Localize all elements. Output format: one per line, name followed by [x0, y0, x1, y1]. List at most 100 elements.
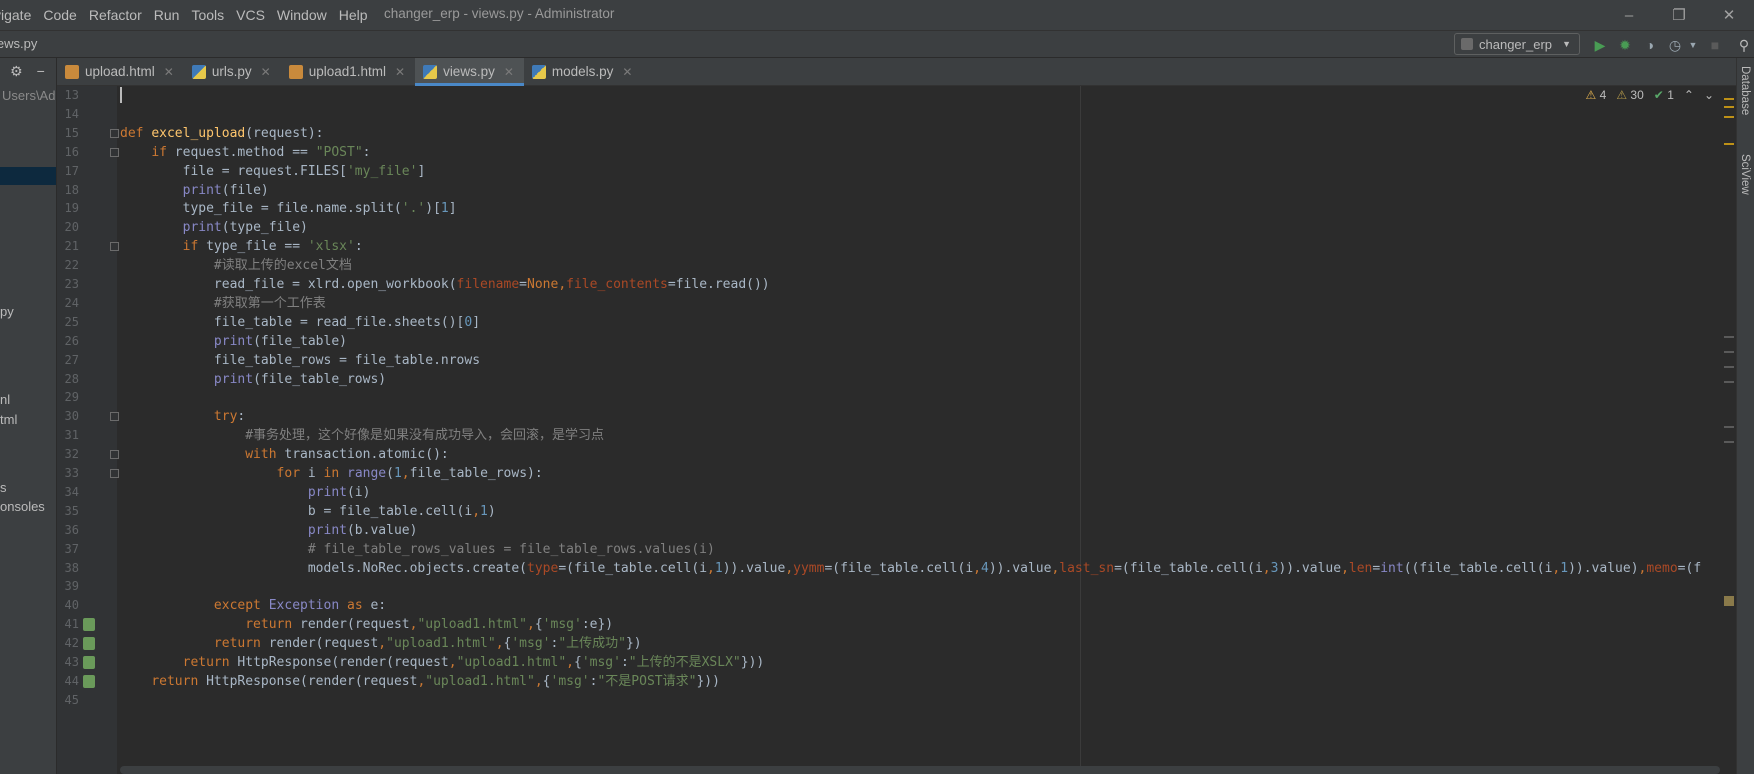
profile-icon[interactable]: ◷	[1665, 35, 1685, 55]
code-line[interactable]: print(file_table_rows)	[120, 369, 386, 390]
close-icon[interactable]: ✕	[622, 65, 632, 79]
menu-run[interactable]: Run	[148, 7, 186, 23]
code-line[interactable]: print(file_table)	[120, 331, 347, 352]
more-run-chevron-icon[interactable]: ▼	[1683, 35, 1703, 55]
tab-upload-html[interactable]: upload.html ✕	[57, 58, 184, 85]
code-line[interactable]: with transaction.atomic():	[120, 444, 449, 465]
fold-marker-icon[interactable]	[110, 242, 119, 252]
tree-item[interactable]: tml	[0, 412, 17, 427]
code-line[interactable]: #获取第一个工作表	[120, 293, 326, 314]
line-number: 33	[64, 466, 79, 480]
inspection-widget[interactable]: ⚠ 4 ⚠ 30 ✔ 1 ⌃ ⌄	[1585, 88, 1714, 102]
code-line[interactable]: b = file_table.cell(i,1)	[120, 501, 496, 522]
close-icon[interactable]: ✕	[1704, 0, 1754, 30]
template-link-icon[interactable]	[83, 618, 95, 632]
debug-icon[interactable]: ✹	[1615, 35, 1635, 55]
fold-marker-icon[interactable]	[110, 469, 119, 478]
minimize-icon[interactable]: –	[1604, 0, 1654, 30]
stripe-mark[interactable]	[1724, 116, 1734, 118]
code-line[interactable]: #读取上传的excel文档	[120, 255, 352, 276]
code-editor[interactable]: 13 14 15 16 17 18 19 20 21 22 23 24 25 26 27 28 29 30 31 32…	[57, 86, 1736, 774]
tab-upload1-html[interactable]: upload1.html ✕	[281, 58, 415, 85]
stripe-mark[interactable]	[1724, 381, 1734, 383]
sciview-tool-button[interactable]: SciView	[1739, 154, 1751, 195]
code-line[interactable]: read_file = xlrd.open_workbook(filename=…	[120, 274, 770, 295]
stop-icon[interactable]: ■	[1705, 35, 1725, 55]
error-stripe[interactable]	[1722, 86, 1736, 774]
code-line[interactable]: return render(request,"upload1.html",{'m…	[120, 633, 642, 654]
code-line[interactable]: except Exception as e:	[120, 595, 386, 616]
tab-urls-py[interactable]: urls.py ✕	[184, 58, 281, 85]
code-line[interactable]: type_file = file.name.split('.')[1]	[120, 198, 457, 219]
menu-tools[interactable]: Tools	[185, 7, 230, 23]
weak-warnings-count[interactable]: ⚠ 30	[1616, 88, 1643, 102]
stripe-mark[interactable]	[1724, 143, 1734, 145]
code-line[interactable]: # file_table_rows_values = file_table_ro…	[120, 539, 715, 560]
fold-marker-icon[interactable]	[110, 450, 119, 460]
template-link-icon[interactable]	[83, 674, 95, 688]
run-icon[interactable]: ▶	[1590, 35, 1610, 55]
stripe-mark[interactable]	[1724, 596, 1734, 606]
code-line[interactable]: def excel_upload(request):	[120, 123, 324, 144]
code-line[interactable]: if type_file == 'xlsx':	[120, 236, 363, 257]
code-line[interactable]: for i in range(1,file_table_rows):	[120, 463, 543, 484]
restore-icon[interactable]: ❐	[1654, 0, 1704, 30]
tree-item[interactable]: onsoles	[0, 499, 45, 514]
menu-code[interactable]: Code	[37, 7, 82, 23]
selected-tree-row[interactable]	[0, 167, 56, 185]
tree-item[interactable]: py	[0, 304, 14, 319]
code-line[interactable]: print(type_file)	[120, 217, 308, 238]
prev-highlight-icon[interactable]: ⌃	[1684, 88, 1694, 102]
coverage-icon[interactable]: ◑	[1640, 35, 1660, 55]
run-config-select[interactable]: changer_erp ▼	[1454, 33, 1580, 55]
stripe-mark[interactable]	[1724, 106, 1734, 108]
code-line[interactable]: print(i)	[120, 482, 371, 503]
code-line[interactable]: return HttpResponse(render(request,"uplo…	[120, 652, 765, 673]
stripe-mark[interactable]	[1724, 98, 1734, 100]
warnings-count[interactable]: ⚠ 4	[1586, 88, 1607, 102]
fold-marker-icon[interactable]	[110, 128, 119, 138]
code-line[interactable]: file_table = read_file.sheets()[0]	[120, 312, 480, 333]
tab-views-py[interactable]: views.py ✕	[415, 58, 524, 86]
stripe-mark[interactable]	[1724, 441, 1734, 443]
breadcrumb[interactable]: iews.py	[0, 36, 37, 51]
gear-icon[interactable]: ⚙	[10, 63, 23, 80]
tree-item[interactable]: nl	[0, 392, 10, 407]
collapse-icon[interactable]: −	[37, 63, 45, 79]
template-link-icon[interactable]	[83, 656, 95, 669]
database-tool-button[interactable]: Database	[1739, 66, 1751, 115]
code-line[interactable]: file_table_rows = file_table.nrows	[120, 350, 480, 371]
ok-count[interactable]: ✔ 1	[1654, 88, 1674, 102]
close-icon[interactable]: ✕	[395, 65, 405, 79]
menu-vcs[interactable]: VCS	[230, 7, 271, 23]
code-line[interactable]: return render(request,"upload1.html",{'m…	[120, 614, 613, 635]
close-icon[interactable]: ✕	[261, 65, 271, 79]
tab-models-py[interactable]: models.py ✕	[524, 58, 643, 85]
next-highlight-icon[interactable]: ⌄	[1704, 88, 1714, 102]
project-path[interactable]: Users\Adr	[2, 88, 56, 103]
horizontal-scrollbar[interactable]	[120, 766, 1720, 774]
code-line[interactable]: print(b.value)	[120, 520, 418, 541]
search-icon[interactable]: ⚲	[1734, 35, 1754, 55]
close-icon[interactable]: ✕	[164, 65, 174, 79]
stripe-mark[interactable]	[1724, 336, 1734, 338]
close-icon[interactable]: ✕	[504, 65, 514, 79]
menu-refactor[interactable]: Refactor	[83, 7, 148, 23]
code-line[interactable]: #事务处理，这个好像是如果没有成功导入，会回滚，是学习点	[120, 425, 604, 446]
stripe-mark[interactable]	[1724, 351, 1734, 353]
tree-item[interactable]: s	[0, 480, 7, 495]
menu-navigate[interactable]: vigate	[0, 7, 37, 23]
code-line[interactable]: if request.method == "POST":	[120, 142, 370, 163]
stripe-mark[interactable]	[1724, 426, 1734, 428]
code-line[interactable]: file = request.FILES['my_file']	[120, 161, 426, 182]
code-line[interactable]: print(file)	[120, 180, 269, 201]
code-line[interactable]: return HttpResponse(render(request,"uplo…	[120, 671, 720, 692]
fold-marker-icon[interactable]	[110, 412, 119, 422]
menu-window[interactable]: Window	[271, 7, 333, 23]
stripe-mark[interactable]	[1724, 366, 1734, 368]
code-line[interactable]: models.NoRec.objects.create(type=(file_t…	[120, 558, 1701, 579]
template-link-icon[interactable]	[83, 637, 95, 651]
code-line[interactable]: try:	[120, 406, 245, 427]
menu-help[interactable]: Help	[333, 7, 374, 23]
fold-marker-icon[interactable]	[110, 147, 119, 157]
